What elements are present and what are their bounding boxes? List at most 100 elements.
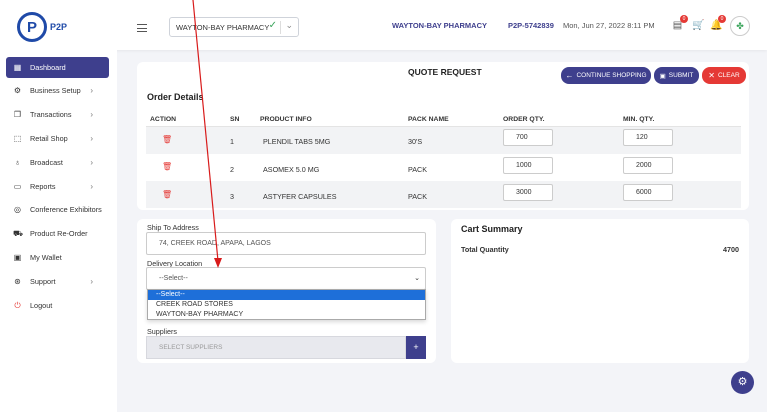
pharmacy-select-value: WAYTON-BAY PHARMACY	[176, 22, 270, 32]
avatar[interactable]: ✤	[730, 16, 750, 36]
chevron-right-icon: ›	[90, 277, 93, 286]
chevron-down-icon[interactable]: ⌄	[285, 20, 293, 31]
col-header-pack: PACK NAME	[408, 116, 449, 123]
sidebar-item-label: Business Setup	[30, 86, 81, 95]
sidebar-item-label: Conference Exhibitors	[30, 205, 102, 214]
min-qty-input[interactable]: 2000	[623, 157, 673, 174]
chevron-right-icon: ›	[90, 86, 93, 95]
sidebar-item-dashboard[interactable]: ▦ Dashboard	[6, 57, 109, 78]
chevron-right-icon: ›	[90, 134, 93, 143]
submit-button[interactable]: ▣ SUBMIT	[654, 67, 699, 84]
gear-icon: ⚙	[737, 376, 748, 388]
ship-address-label: Ship To Address	[147, 223, 199, 232]
ship-address-input[interactable]: 74, CREEK ROAD, APAPA, LAGOS	[146, 232, 426, 255]
message-icon[interactable]: ▤ 0	[672, 15, 688, 31]
sidebar-item-label: Broadcast	[30, 158, 63, 167]
total-quantity-value: 4700	[723, 245, 739, 254]
total-quantity-label: Total Quantity	[461, 245, 509, 254]
row-product: PLENDIL TABS 5MG	[263, 137, 331, 146]
dropdown-option[interactable]: CREEK ROAD STORES	[148, 300, 425, 310]
shop-icon: ⬚	[13, 134, 22, 143]
row-pack: 30'S	[408, 137, 423, 146]
add-supplier-button[interactable]: +	[406, 336, 426, 359]
row-sn: 1	[230, 137, 234, 146]
notification-badge: 0	[718, 15, 726, 23]
col-header-min-qty: MIN. QTY.	[623, 116, 655, 123]
select-divider	[280, 21, 281, 34]
copy-icon: ❐	[13, 110, 22, 119]
logo-text: P2P	[50, 22, 68, 32]
sidebar-item-reports[interactable]: ▭ Reports ›	[6, 176, 109, 197]
sidebar-item-business-setup[interactable]: ⚙ Business Setup ›	[6, 80, 109, 101]
logo[interactable]: P P2P	[17, 12, 67, 42]
delivery-location-value: --Select--	[159, 275, 188, 282]
trash-icon[interactable]: 🗑	[162, 162, 172, 171]
save-icon: ▣	[659, 72, 666, 80]
trash-icon[interactable]: 🗑	[162, 190, 172, 199]
trash-icon[interactable]: 🗑	[162, 135, 172, 144]
mic-icon: ♁	[14, 158, 21, 167]
close-icon: ✕	[708, 71, 715, 80]
chevron-right-icon: ›	[90, 182, 93, 191]
submit-label: SUBMIT	[668, 72, 694, 79]
gear-icon: ⚙	[13, 86, 22, 95]
sidebar-item-conference-exhibitors[interactable]: ◎ Conference Exhibitors	[6, 199, 109, 220]
logo-mark: P	[17, 12, 47, 42]
sidebar-item-label: Retail Shop	[30, 134, 68, 143]
sidebar-item-label: Support	[30, 277, 56, 286]
suppliers-label: Suppliers	[147, 327, 177, 336]
row-pack: PACK	[408, 165, 428, 174]
dropdown-option[interactable]: WAYTON-BAY PHARMACY	[148, 310, 425, 320]
sidebar-item-label: Logout	[30, 301, 53, 310]
col-header-product: PRODUCT INFO	[260, 116, 312, 123]
sidebar-item-broadcast[interactable]: ♁ Broadcast ›	[6, 152, 109, 173]
current-date: Mon, Jun 27, 2022 8:11 PM	[563, 21, 655, 30]
sidebar-item-transactions[interactable]: ❐ Transactions ›	[6, 104, 109, 125]
sidebar-item-label: My Wallet	[30, 253, 62, 262]
chevron-down-icon: ⌄	[414, 275, 420, 282]
col-header-sn: SN	[230, 116, 240, 123]
cart-icon[interactable]: 🛒	[692, 20, 704, 31]
sidebar-item-label: Transactions	[30, 110, 72, 119]
row-product: ASTYFER CAPSULES	[263, 192, 337, 201]
wallet-icon: ▣	[13, 253, 22, 262]
sidebar-item-my-wallet[interactable]: ▣ My Wallet	[6, 247, 109, 268]
support-icon: ⊛	[14, 277, 21, 286]
clear-label: CLEAR	[718, 72, 740, 79]
order-qty-input[interactable]: 700	[503, 129, 553, 146]
row-product: ASOMEX 5.0 MG	[263, 165, 320, 174]
menu-toggle-icon[interactable]	[137, 24, 147, 32]
row-sn: 2	[230, 165, 234, 174]
sidebar-item-retail-shop[interactable]: ⬚ Retail Shop ›	[6, 128, 109, 149]
top-bar: P P2P WAYTON-BAY PHARMACY ✓ ⌄ WAYTON-BAY…	[0, 0, 767, 50]
current-pharmacy: WAYTON-BAY PHARMACY	[392, 21, 488, 30]
dropdown-option[interactable]: --Select--	[148, 290, 425, 300]
chevron-right-icon: ›	[90, 158, 93, 167]
check-icon: ✓	[268, 20, 277, 31]
cart-icon: ⛟	[13, 228, 24, 238]
arrow-left-icon: ←	[565, 71, 574, 80]
sidebar-item-logout[interactable]: ⏻ Logout	[6, 295, 109, 316]
delivery-location-select[interactable]: --Select-- ⌄	[146, 267, 426, 290]
cart-summary-card	[451, 219, 749, 363]
order-qty-input[interactable]: 1000	[503, 157, 553, 174]
min-qty-input[interactable]: 6000	[623, 184, 673, 201]
order-qty-input[interactable]: 3000	[503, 184, 553, 201]
min-qty-input[interactable]: 120	[623, 129, 673, 146]
sidebar-item-support[interactable]: ⊛ Support ›	[6, 271, 109, 292]
message-badge: 0	[680, 15, 688, 23]
settings-fab[interactable]: ⚙	[731, 371, 754, 394]
clear-button[interactable]: ✕ CLEAR	[702, 67, 746, 84]
delivery-location-dropdown: --Select-- CREEK ROAD STORES WAYTON-BAY …	[147, 289, 426, 320]
suppliers-input[interactable]: SELECT SUPPLIERS	[146, 336, 406, 359]
continue-shopping-button[interactable]: ← CONTINUE SHOPPING	[561, 67, 651, 84]
sidebar-item-label: Reports	[30, 182, 56, 191]
pharmacy-select[interactable]: WAYTON-BAY PHARMACY ✓ ⌄	[169, 17, 299, 37]
target-icon: ◎	[14, 205, 21, 214]
row-pack: PACK	[408, 192, 428, 201]
sidebar-item-product-reorder[interactable]: ⛟ Product Re-Order	[6, 223, 109, 244]
sidebar-item-label: Dashboard	[30, 63, 66, 72]
bell-icon[interactable]: 🔔 0	[710, 15, 726, 31]
power-icon: ⏻	[14, 300, 21, 310]
col-header-order-qty: ORDER QTY.	[503, 116, 545, 123]
